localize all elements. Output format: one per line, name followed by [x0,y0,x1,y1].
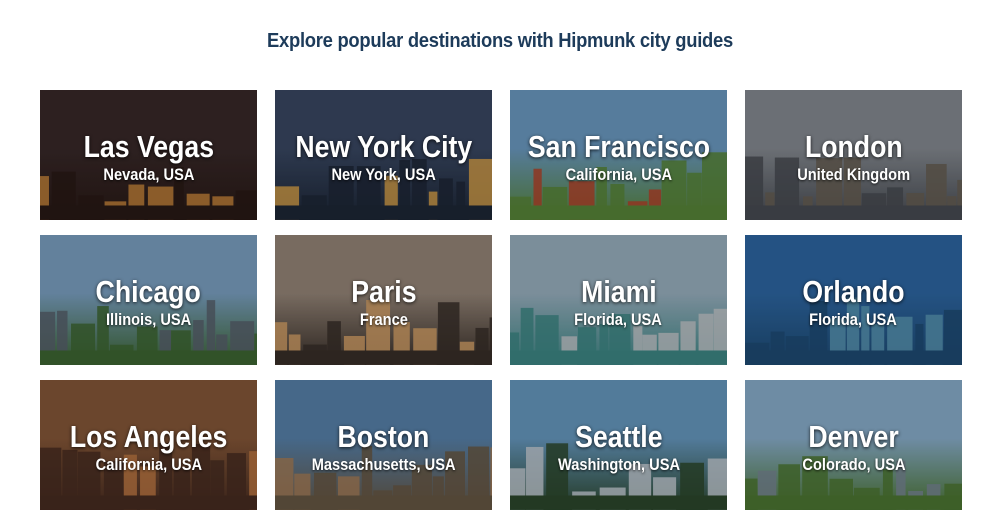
destination-city-name: Miami [580,274,657,309]
destination-city-name: Orlando [802,274,905,309]
destination-city-name: Paris [350,274,417,309]
destination-city-name: Seattle [574,419,663,454]
page-heading: Explore popular destinations with Hipmun… [267,30,733,52]
destination-region: Massachusetts, USA [311,455,456,474]
destination-city-name: London [804,129,903,164]
destination-region: Washington, USA [557,455,680,474]
destination-region: Florida, USA [574,310,663,329]
destination-card-chicago[interactable]: Chicago Illinois, USA [40,235,257,365]
destination-card-miami[interactable]: Miami Florida, USA [510,235,727,365]
destination-grid: Las Vegas Nevada, USA New York City New Yor… [40,90,962,510]
destination-card-san-francisco[interactable]: San Francisco California, USA [510,90,727,220]
destination-city-name: Las Vegas [83,129,214,164]
destination-city-name: Boston [337,419,430,454]
destination-card-seattle[interactable]: Seattle Washington, USA [510,380,727,510]
destination-region: United Kingdom [797,165,910,184]
destination-region: France [359,310,408,329]
destination-city-name: Chicago [95,274,202,309]
destination-region: California, USA [95,455,202,474]
destination-city-name: Los Angeles [69,419,228,454]
destination-card-orlando[interactable]: Orlando Florida, USA [745,235,962,365]
destination-card-new-york-city[interactable]: New York City New York, USA [275,90,492,220]
destination-region: Florida, USA [809,310,898,329]
destination-region: Illinois, USA [105,310,192,329]
destination-region: Nevada, USA [102,165,194,184]
destination-city-name: New York City [295,129,472,164]
destination-card-las-vegas[interactable]: Las Vegas Nevada, USA [40,90,257,220]
destination-city-name: Denver [808,419,899,454]
destination-region: California, USA [565,165,672,184]
destination-card-boston[interactable]: Boston Massachusetts, USA [275,380,492,510]
destination-city-name: San Francisco [527,129,710,164]
destination-card-denver[interactable]: Denver Colorado, USA [745,380,962,510]
destination-card-paris[interactable]: Paris France [275,235,492,365]
destination-card-london[interactable]: London United Kingdom [745,90,962,220]
destination-region: Colorado, USA [801,455,906,474]
destination-card-los-angeles[interactable]: Los Angeles California, USA [40,380,257,510]
destination-region: New York, USA [331,165,436,184]
